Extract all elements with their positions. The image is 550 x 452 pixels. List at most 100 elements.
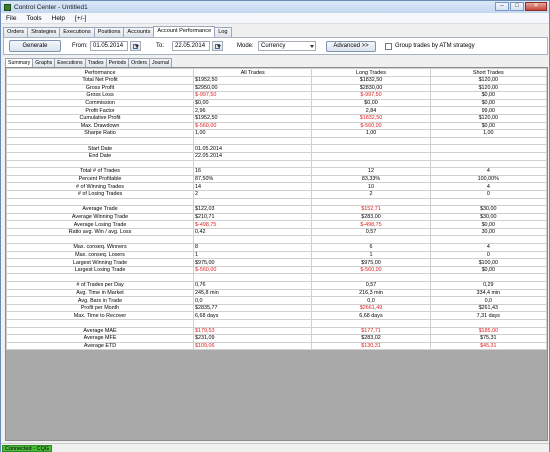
- cell-short-trades: $0,00: [429, 91, 547, 100]
- cell-short-trades: [429, 235, 547, 245]
- cell-short-trades: 4: [429, 243, 547, 252]
- title-bar[interactable]: Control Center - Untitled1 – □ ✕: [1, 1, 549, 13]
- menu-tools[interactable]: Tools: [21, 15, 46, 22]
- cell-all-trades: $-560,00: [193, 265, 313, 275]
- table-row: Start Date 01.05.2014: [6, 144, 547, 153]
- window-controls: – □ ✕: [495, 2, 547, 11]
- table-row: Average Losing Trade $-498,75 $-498,75 $0,0…: [6, 220, 547, 229]
- cell-long-trades: $177,71: [311, 326, 431, 336]
- cell-long-trades: $-498,75: [311, 220, 431, 229]
- row-label: Average Trade: [6, 205, 195, 214]
- row-label: Gross Loss: [6, 91, 195, 100]
- from-calendar-icon[interactable]: [130, 41, 141, 51]
- cell-all-trades: 2,96: [193, 106, 313, 115]
- subtab-executions[interactable]: Executions: [54, 58, 86, 67]
- tab-executions[interactable]: Executions: [59, 27, 95, 37]
- generate-button[interactable]: Generate: [9, 40, 61, 52]
- row-label: [6, 136, 195, 146]
- cell-long-trades: 0,57: [311, 281, 431, 290]
- cell-all-trades: $-498,75: [193, 220, 313, 229]
- main-tabs: Orders Strategies Executions Positions A…: [3, 26, 232, 37]
- row-label: Average Losing Trade: [6, 220, 195, 229]
- cell-long-trades: $130,31: [311, 341, 431, 351]
- cell-long-trades: [311, 144, 431, 153]
- cell-all-trades: 245,8 min: [193, 288, 313, 298]
- cell-long-trades: 1: [311, 250, 431, 260]
- cell-all-trades: $109,06: [193, 341, 313, 351]
- cell-long-trades: [311, 159, 431, 169]
- group-trades-checkbox[interactable]: [385, 43, 392, 50]
- cell-all-trades: 01.05.2014: [193, 144, 313, 153]
- row-label: # of Losing Trades: [6, 189, 195, 199]
- tab-orders[interactable]: Orders: [3, 27, 29, 37]
- close-icon[interactable]: ✕: [525, 2, 547, 11]
- subtab-journal[interactable]: Journal: [149, 58, 173, 67]
- cell-short-trades: $185,00: [429, 326, 547, 336]
- cell-all-trades: $122,03: [193, 205, 313, 214]
- cell-long-trades: $1832,50: [311, 113, 431, 123]
- row-label: Cumulative Profit: [6, 113, 195, 123]
- menu-toggle[interactable]: [+/-]: [70, 15, 91, 22]
- tab-account-performance[interactable]: Account Performance: [153, 26, 216, 37]
- cell-short-trades: $0,00: [429, 220, 547, 229]
- subtab-summary[interactable]: Summary: [5, 58, 34, 67]
- row-label: Average MFE: [6, 334, 195, 343]
- table-row: Sharpe Ratio 1,00 1,00 1,00: [6, 129, 547, 138]
- cell-all-trades: [193, 159, 313, 169]
- cell-long-trades: [311, 151, 431, 161]
- cell-long-trades: $-560,00: [311, 121, 431, 131]
- cell-all-trades: 1: [193, 250, 313, 260]
- row-label: Average Winning Trade: [6, 212, 195, 222]
- cell-long-trades: $283,02: [311, 334, 431, 343]
- row-label: [6, 159, 195, 169]
- cell-short-trades: $45,31: [429, 341, 547, 351]
- row-label: Largest Losing Trade: [6, 265, 195, 275]
- row-label: [6, 197, 195, 207]
- cell-short-trades: 30,00: [429, 227, 547, 237]
- subtab-orders[interactable]: Orders: [128, 58, 151, 67]
- menu-file[interactable]: File: [1, 15, 21, 22]
- table-row: Max. conseq. Losers 1 1 0: [6, 250, 547, 260]
- subtab-graphs[interactable]: Graphs: [32, 58, 56, 67]
- cell-short-trades: 1,00: [429, 129, 547, 138]
- cell-long-trades: 12: [311, 167, 431, 176]
- to-calendar-icon[interactable]: [212, 41, 223, 51]
- window-title: Control Center - Untitled1: [14, 3, 88, 11]
- to-date-field[interactable]: 22.05.2014: [172, 41, 210, 51]
- cell-long-trades: 10: [311, 182, 431, 191]
- cell-all-trades: 2: [193, 189, 313, 199]
- tab-positions[interactable]: Positions: [93, 27, 125, 37]
- tab-log[interactable]: Log: [214, 27, 232, 37]
- cell-long-trades: $-997,50: [311, 91, 431, 100]
- cell-short-trades: 0: [429, 189, 547, 199]
- cell-all-trades: 87,50%: [193, 174, 313, 184]
- table-row: [6, 319, 547, 328]
- cell-short-trades: [429, 319, 547, 328]
- row-label: Ratio avg. Win / avg. Loss: [6, 227, 195, 237]
- cell-short-trades: $120,00: [429, 83, 547, 93]
- minimize-icon[interactable]: –: [495, 2, 509, 11]
- table-row: Profit per Month $2835,77 $2661,49 $261,43: [6, 303, 547, 313]
- table-row: Percent Profitable 87,50% 83,33% 100,00%: [6, 174, 547, 184]
- menu-bar: File Tools Help [+/-]: [1, 13, 549, 24]
- advanced-button[interactable]: Advanced >>: [326, 41, 376, 52]
- cell-all-trades: $-560,00: [193, 121, 313, 131]
- mode-select[interactable]: Currency: [258, 41, 316, 51]
- cell-all-trades: $-997,50: [193, 91, 313, 100]
- from-date-field[interactable]: 01.05.2014: [90, 41, 128, 51]
- cell-short-trades: 99,00: [429, 106, 547, 115]
- table-row: Gross Profit $2950,00 $2830,00 $120,00: [6, 83, 547, 93]
- subtab-periods[interactable]: Periods: [105, 58, 130, 67]
- cell-all-trades: 22.05.2014: [193, 151, 313, 161]
- tab-strategies[interactable]: Strategies: [27, 27, 61, 37]
- chevron-down-icon: [310, 45, 314, 48]
- cell-all-trades: [193, 273, 313, 283]
- menu-help[interactable]: Help: [47, 15, 70, 22]
- maximize-icon[interactable]: □: [510, 2, 524, 11]
- row-label: Sharpe Ratio: [6, 129, 195, 138]
- cell-all-trades: [193, 235, 313, 245]
- table-row: Max. Drawdown $-560,00 $-560,00 $0,00: [6, 121, 547, 131]
- subtab-trades[interactable]: Trades: [84, 58, 107, 67]
- tab-accounts[interactable]: Accounts: [123, 27, 155, 37]
- row-label: End Date: [6, 151, 195, 161]
